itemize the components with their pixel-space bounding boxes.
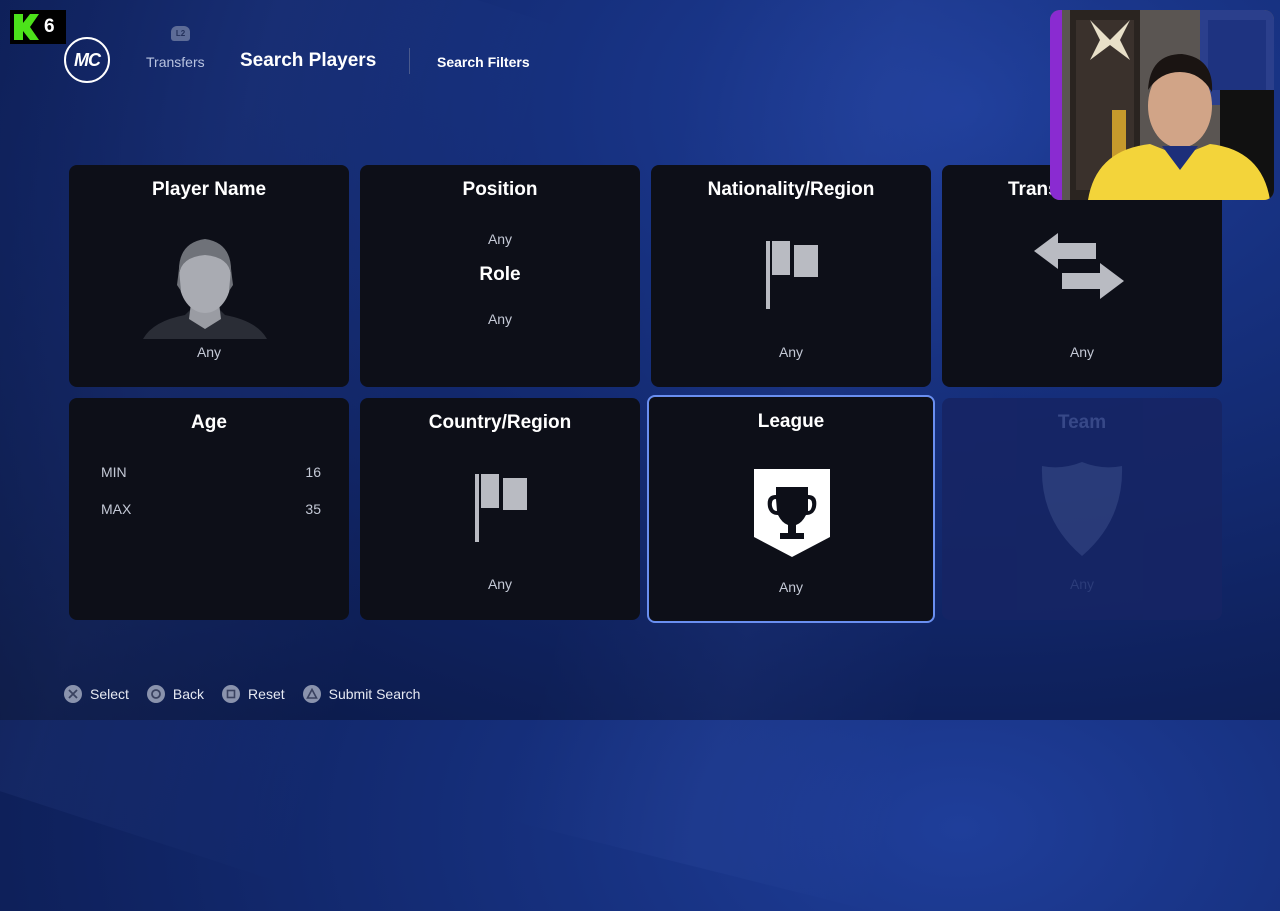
tile-position[interactable]: Position Any Role Any [360, 165, 640, 387]
tile-age[interactable]: Age MIN 16 MAX 35 [69, 398, 349, 620]
tile-league[interactable]: League Any [647, 395, 935, 623]
channel-number: 6 [44, 16, 55, 37]
position-value: Any [487, 231, 513, 247]
page-title: Search Players [240, 50, 377, 71]
hint-select-label: Select [90, 686, 129, 702]
team-crest-icon [1040, 460, 1124, 563]
button-hints-bar: Select Back Reset Submit Search [64, 685, 438, 703]
hint-reset[interactable]: Reset [222, 685, 285, 703]
square-button-icon [222, 685, 241, 703]
role-title: Role [479, 264, 521, 285]
flag-icon [474, 472, 530, 549]
tile-title: Position [462, 179, 538, 200]
nav-transfers[interactable]: Transfers [146, 54, 205, 70]
hint-select[interactable]: Select [64, 685, 129, 703]
tile-player-name[interactable]: Player Name Any [69, 165, 349, 387]
hint-back[interactable]: Back [146, 685, 205, 703]
country-value: Any [487, 576, 513, 592]
nav-search-filters[interactable]: Search Filters [437, 54, 530, 70]
tile-title: League [757, 411, 825, 432]
player-name-value: Any [196, 344, 222, 360]
k-logo-icon [10, 10, 42, 44]
mc-logo: MC [64, 37, 110, 83]
player-silhouette-icon [143, 235, 267, 346]
hint-back-label: Back [172, 686, 205, 702]
transfer-value: Any [1069, 344, 1095, 360]
cross-button-icon [64, 685, 82, 703]
hint-submit-search[interactable]: Submit Search [302, 685, 421, 703]
hint-submit-label: Submit Search [328, 686, 421, 702]
age-min-label: MIN [101, 464, 127, 480]
league-value: Any [778, 579, 804, 595]
flag-icon [765, 239, 821, 316]
transfer-arrows-icon [1034, 231, 1124, 308]
role-value: Any [487, 311, 513, 327]
age-max-value: 35 [305, 501, 321, 517]
nationality-value: Any [778, 344, 804, 360]
age-max-row: MAX 35 [101, 501, 321, 517]
triangle-button-icon [302, 685, 321, 703]
tile-nationality[interactable]: Nationality/Region Any [651, 165, 931, 387]
tile-title: Team [1057, 412, 1107, 433]
hint-reset-label: Reset [248, 686, 285, 702]
age-max-label: MAX [101, 501, 132, 517]
streamer-webcam [1050, 10, 1274, 200]
trophy-shield-icon [752, 467, 832, 564]
circle-button-icon [146, 685, 165, 703]
l2-bumper-icon: L2 [171, 26, 190, 41]
channel-logo: 6 [10, 10, 66, 44]
age-min-value: 16 [305, 464, 321, 480]
team-value: Any [1069, 576, 1095, 592]
age-min-row: MIN 16 [101, 464, 321, 480]
tile-team: Team Any [942, 398, 1222, 620]
tile-title: Age [191, 412, 227, 433]
tile-title: Player Name [151, 179, 267, 200]
tile-country[interactable]: Country/Region Any [360, 398, 640, 620]
divider [409, 48, 410, 74]
tile-title: Nationality/Region [707, 179, 875, 200]
tile-title: Country/Region [428, 412, 572, 433]
